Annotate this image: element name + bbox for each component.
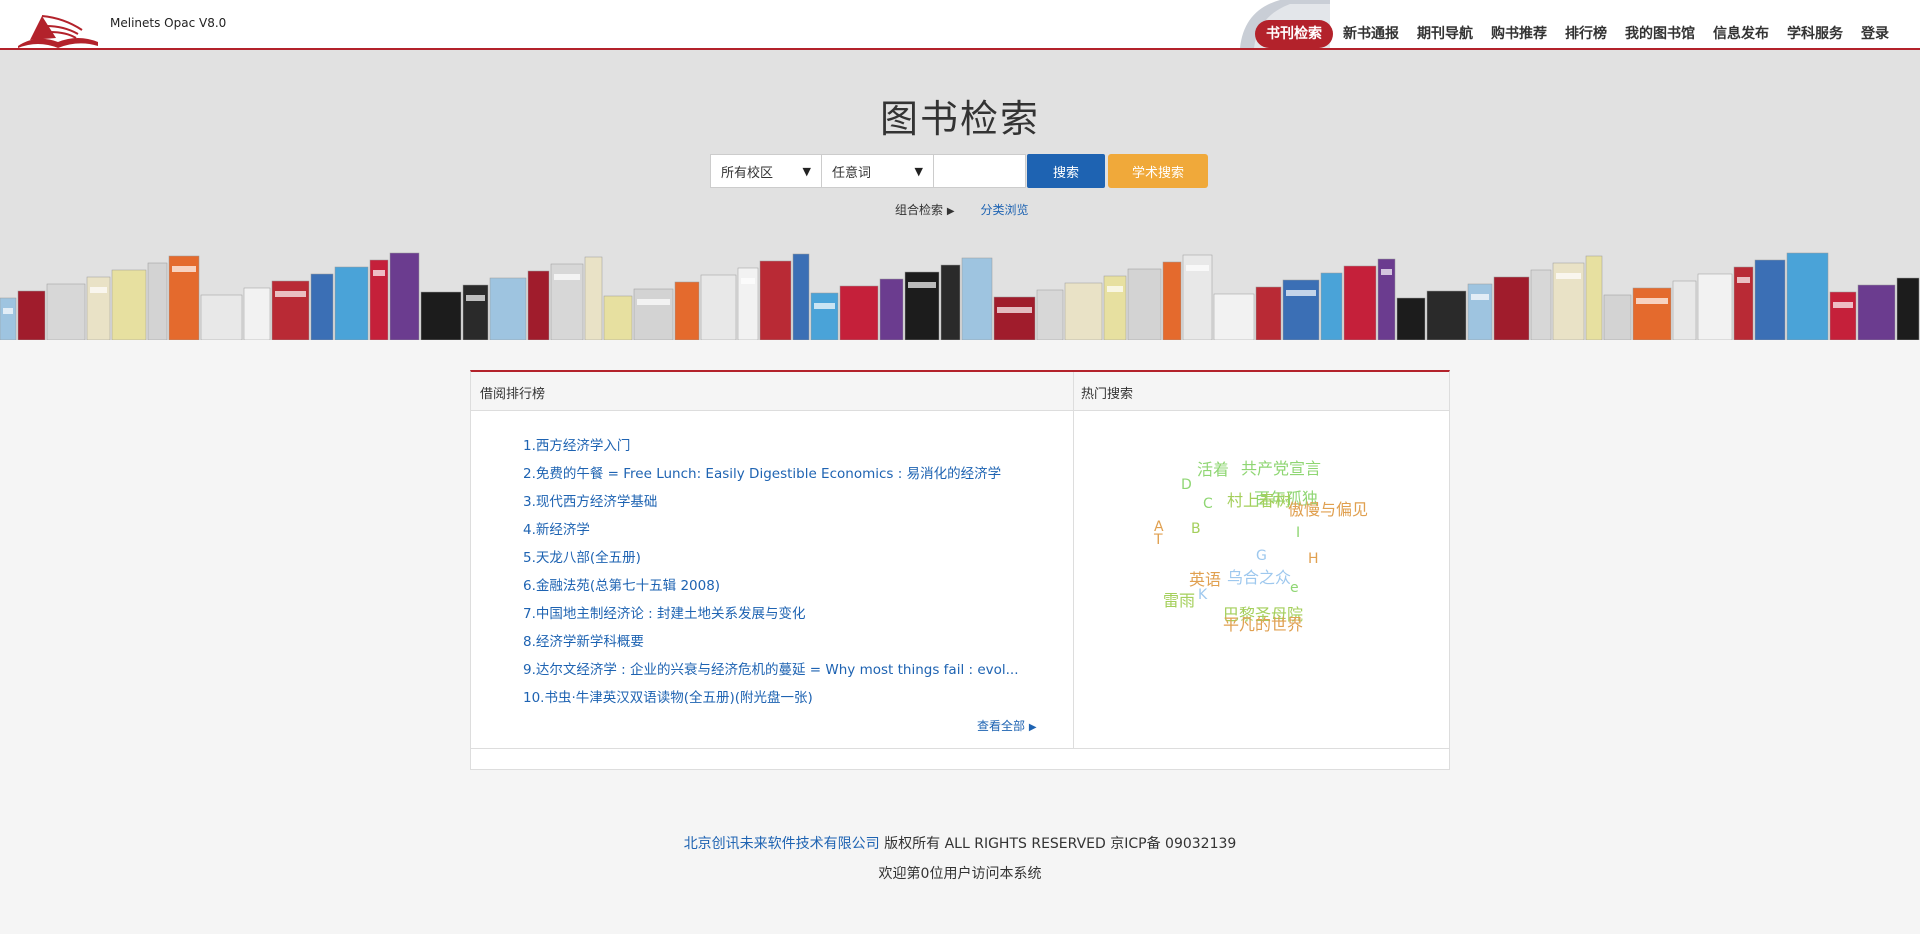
visitor-counter: 欢迎第0位用户访问本系统 xyxy=(878,866,1042,882)
panel-header: 借阅排行榜 热门搜索 xyxy=(471,372,1449,411)
search-form: 所有校区 ▼ 任意词 ▼ 搜索 学术搜索 xyxy=(710,154,1208,188)
hot-search-word[interactable]: 乌合之众 xyxy=(1227,564,1291,588)
nav-book-search[interactable]: 书刊检索 xyxy=(1255,20,1333,48)
chevron-down-icon: ▼ xyxy=(914,164,923,178)
nav-login[interactable]: 登录 xyxy=(1852,20,1898,48)
search-sub-links: 组合检索 ▶ 分类浏览 xyxy=(895,201,1029,218)
nav-new-books[interactable]: 新书通报 xyxy=(1334,20,1408,48)
ranking-item[interactable]: 6.金融法苑(总第七十五辑 2008) xyxy=(523,572,1019,600)
hot-search-word[interactable]: H xyxy=(1308,551,1319,567)
caret-right-icon: ▶ xyxy=(1028,722,1037,733)
hot-search-cloud: 活着 共产党宣言 D 百年孤独 村上春树 傲慢与偏见 C A B T I G H 英语 乌合之众 e 雷雨 K 巴黎… xyxy=(1074,412,1449,748)
ranking-item[interactable]: 8.经济学新学科概要 xyxy=(523,628,1019,656)
nav-my-library[interactable]: 我的图书馆 xyxy=(1616,20,1704,48)
search-field-value: 任意词 xyxy=(832,165,872,181)
ranking-item[interactable]: 7.中国地主制经济论 : 封建土地关系发展与变化 xyxy=(523,600,1019,628)
hot-search-word[interactable]: C xyxy=(1203,496,1213,512)
nav-ranking[interactable]: 排行榜 xyxy=(1556,20,1616,48)
hot-search-word[interactable]: K xyxy=(1198,587,1207,603)
campus-select[interactable]: 所有校区 ▼ xyxy=(710,154,822,188)
academic-search-button[interactable]: 学术搜索 xyxy=(1108,154,1208,188)
hot-search-word[interactable]: e xyxy=(1290,580,1299,596)
top-header: Melinets Opac V8.0 书刊检索 新书通报 期刊导航 购书推荐 排… xyxy=(0,0,1920,50)
ranking-item[interactable]: 2.免费的午餐 = Free Lunch: Easily Digestible … xyxy=(523,460,1019,488)
ranking-item[interactable]: 3.现代西方经济学基础 xyxy=(523,488,1019,516)
chevron-down-icon: ▼ xyxy=(802,164,811,178)
brand-name: Melinets Opac V8.0 xyxy=(110,16,227,30)
hot-search-word[interactable]: 共产党宣言 xyxy=(1241,455,1321,479)
ranking-item[interactable]: 4.新经济学 xyxy=(523,516,1019,544)
ranking-item[interactable]: 5.天龙八部(全五册) xyxy=(523,544,1019,572)
panel-divider xyxy=(471,748,1449,749)
hot-search-word[interactable]: 平凡的世界 xyxy=(1223,611,1303,635)
footer-copyright: 北京创讯未来软件技术有限公司 版权所有 ALL RIGHTS RESERVED … xyxy=(0,833,1920,853)
search-title: 图书检索 xyxy=(879,97,1040,141)
nav-info-publish[interactable]: 信息发布 xyxy=(1704,20,1778,48)
search-input[interactable] xyxy=(934,154,1026,188)
combo-search-link[interactable]: 组合检索 ▶ xyxy=(895,201,955,218)
campus-select-value: 所有校区 xyxy=(721,165,774,181)
hot-search-word[interactable]: G xyxy=(1256,548,1267,564)
hot-search-word[interactable]: 傲慢与偏见 xyxy=(1288,496,1368,520)
hot-search-word[interactable]: D xyxy=(1181,477,1192,493)
search-banner: 图书检索 所有校区 ▼ 任意词 ▼ 搜索 学术搜索 组合检索 ▶ 分类浏览 xyxy=(0,50,1920,340)
main-nav: 书刊检索 新书通报 期刊导航 购书推荐 排行榜 我的图书馆 信息发布 学科服务 … xyxy=(1255,20,1898,48)
hot-search-word[interactable]: T xyxy=(1154,532,1163,548)
copyright-text: 版权所有 ALL RIGHTS RESERVED 京ICP备 09032139 xyxy=(879,836,1237,852)
library-logo-icon[interactable] xyxy=(16,12,100,50)
caret-right-icon: ▶ xyxy=(946,206,955,217)
nav-subject-service[interactable]: 学科服务 xyxy=(1778,20,1852,48)
ranking-title: 借阅排行榜 xyxy=(480,387,546,402)
category-browse-link[interactable]: 分类浏览 xyxy=(981,201,1029,218)
ranking-item[interactable]: 9.达尔文经济学 : 企业的兴衰与经济危机的蔓延 = Why most thin… xyxy=(523,656,1019,684)
hot-search-word[interactable]: 活着 xyxy=(1197,456,1229,480)
column-border xyxy=(1449,372,1450,748)
hot-search-word[interactable]: I xyxy=(1296,525,1300,541)
ranking-item[interactable]: 10.书虫·牛津英汉双语读物(全五册)(附光盘一张) xyxy=(523,684,1019,712)
search-field-select[interactable]: 任意词 ▼ xyxy=(822,154,934,188)
hot-search-word[interactable]: B xyxy=(1191,521,1201,537)
main-panel: 借阅排行榜 热门搜索 1.西方经济学入门 2.免费的午餐 = Free Lunc… xyxy=(470,370,1450,770)
hot-search-word[interactable]: 雷雨 xyxy=(1163,587,1195,611)
ranking-item[interactable]: 1.西方经济学入门 xyxy=(523,432,1019,460)
nav-purchase-recommend[interactable]: 购书推荐 xyxy=(1482,20,1556,48)
nav-journal-guide[interactable]: 期刊导航 xyxy=(1408,20,1482,48)
hot-search-title: 热门搜索 xyxy=(1081,387,1134,402)
borrow-ranking-list: 1.西方经济学入门 2.免费的午餐 = Free Lunch: Easily D… xyxy=(523,432,1019,712)
search-button[interactable]: 搜索 xyxy=(1027,154,1105,188)
view-all-link[interactable]: 查看全部 ▶ xyxy=(977,717,1037,734)
bookshelf-illustration xyxy=(0,252,1920,340)
company-link[interactable]: 北京创讯未来软件技术有限公司 xyxy=(684,836,880,852)
hot-search-word[interactable]: 村上春树 xyxy=(1227,487,1291,511)
